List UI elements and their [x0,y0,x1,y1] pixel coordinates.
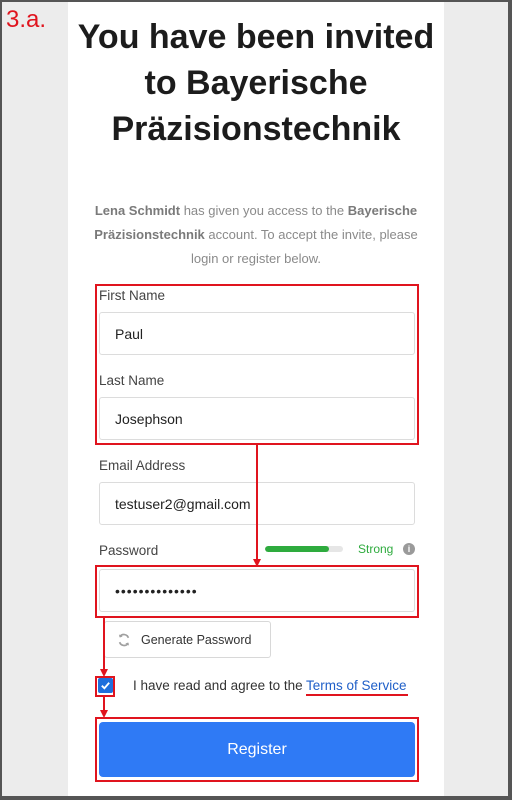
invite-text-1: has given you access to the [180,203,348,218]
refresh-icon [118,633,130,646]
password-strength-bar [265,546,343,552]
email-input[interactable] [99,482,415,525]
page-title: You have been invited to Bayerische Präz… [77,18,435,148]
agree-text: I have read and agree to the [133,678,303,693]
info-icon[interactable]: i [403,543,415,555]
terms-of-service-link[interactable]: Terms of Service [306,678,407,693]
inviter-name: Lena Schmidt [94,203,181,218]
password-highlight-box [95,565,419,618]
password-strength-text: Strong [358,542,394,556]
generate-password-label: Generate Password [141,632,252,647]
email-label: Email Address [99,458,186,473]
invite-text-2: account. To accept the invite, please lo… [190,227,418,266]
terms-annotation-underline [306,694,408,696]
generate-password-button[interactable]: Generate Password [104,621,271,658]
password-label: Password [99,543,159,558]
register-highlight-box [95,717,419,782]
names-highlight-box [95,284,419,445]
step-label: 3.a. [6,6,47,33]
password-strength-fill [265,546,329,552]
invite-description: Lena Schmidt has given you access to the… [90,199,422,271]
checkbox-highlight-box [95,676,115,697]
